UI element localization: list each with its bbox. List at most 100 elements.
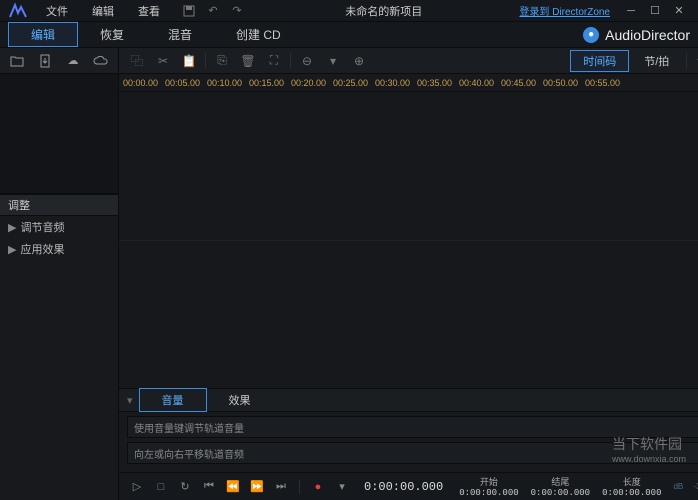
control-area: 使用音量键调节轨道音量 向左或向右平移轨道音频 12 0 dB L R [119, 412, 698, 472]
mode-restore[interactable]: 恢复 [78, 23, 146, 46]
tracks-area: dB -3 -6 -12 -18 -∞ -∞ -18 -12 -6 -3 -3 … [119, 92, 698, 388]
copy-icon[interactable]: ⿻ [125, 51, 149, 71]
time-ruler[interactable]: 00:00.00 00:05.00 00:10.00 00:15.00 00:2… [119, 74, 698, 92]
field-value: 0:00:00.000 [531, 488, 590, 498]
zoom-dropdown-icon[interactable]: ▾ [321, 51, 345, 71]
ruler-tick: 00:55.00 [585, 78, 620, 88]
close-button[interactable]: ✕ [668, 3, 690, 19]
brand-icon: ● [583, 27, 599, 43]
zoom-in-icon[interactable]: ⊕ [347, 51, 371, 71]
volume-lane[interactable]: 使用音量键调节轨道音量 [127, 416, 698, 438]
lower-tabs: ▾ 音量 效果 [119, 388, 698, 412]
ruler-tick: 00:15.00 [249, 78, 284, 88]
save-icon[interactable] [178, 1, 200, 21]
beats-tab[interactable]: 节/拍 [631, 50, 682, 72]
skip-start-button[interactable]: ⏮ [199, 477, 219, 497]
separator [205, 53, 206, 69]
pan-lane[interactable]: 向左或向右平移轨道音频 [127, 442, 698, 464]
ruler-tick: 00:25.00 [333, 78, 368, 88]
tree-adjust-audio[interactable]: ▶ 调节音频 [0, 216, 118, 238]
forward-button[interactable]: ⏩ [247, 477, 267, 497]
app-logo [8, 1, 28, 21]
field-length[interactable]: 长度 0:00:00.000 [602, 475, 661, 498]
ruler-tick: 00:20.00 [291, 78, 326, 88]
ruler-tick: 00:00.00 [123, 78, 158, 88]
titlebar: 文件 编辑 查看 ↶ ↷ 未命名的新项目 登录到 DirectorZone ─ … [0, 0, 698, 22]
maximize-button[interactable]: ☐ [644, 3, 666, 19]
zoom-out-icon[interactable]: ⊖ [295, 51, 319, 71]
brand: ● AudioDirector [583, 27, 690, 43]
ruler-tick: 00:35.00 [417, 78, 452, 88]
tree-apply-effect[interactable]: ▶ 应用效果 [0, 238, 118, 260]
grid-line [119, 240, 698, 241]
collapse-icon[interactable]: ▾ [127, 394, 133, 407]
record-dropdown-icon[interactable]: ▾ [332, 477, 352, 497]
tree-arrow-icon: ▶ [8, 243, 16, 256]
mode-mix[interactable]: 混音 [146, 23, 214, 46]
redo-icon[interactable]: ↷ [226, 1, 248, 21]
waveform-canvas[interactable] [119, 92, 698, 388]
library-area[interactable] [0, 74, 118, 194]
field-label: 开始 [480, 475, 498, 488]
skip-end-button[interactable]: ⏭ [271, 477, 291, 497]
ruler-tick: 00:10.00 [207, 78, 242, 88]
paste-icon[interactable]: 📋 [177, 51, 201, 71]
field-label: 结尾 [551, 475, 569, 488]
right-panel: ⿻ ✂ 📋 ⎘ 🗑 ⛶ ⊖ ▾ ⊕ 时间码 节/拍 〰 ▦ ◫ 00:00.00… [119, 48, 698, 500]
mode-tabs: 编辑 恢复 混音 创建 CD ● AudioDirector [0, 22, 698, 48]
field-end[interactable]: 结尾 0:00:00.000 [531, 475, 590, 498]
mode-create-cd[interactable]: 创建 CD [214, 23, 303, 46]
transport-time[interactable]: 0:00:00.000 [364, 480, 443, 494]
separator [686, 53, 687, 69]
timecode-tab[interactable]: 时间码 [570, 50, 629, 72]
menu-file[interactable]: 文件 [36, 1, 78, 21]
record-button[interactable]: ● [308, 477, 328, 497]
minimize-button[interactable]: ─ [620, 3, 642, 19]
menu-bar: 文件 编辑 查看 [36, 1, 170, 21]
cloud-icon[interactable] [92, 52, 110, 70]
tab-effects[interactable]: 效果 [207, 389, 273, 411]
separator [299, 480, 300, 494]
library-toolbar: ☁ [0, 48, 118, 74]
brand-label: AudioDirector [605, 27, 690, 43]
control-rows: 使用音量键调节轨道音量 向左或向右平移轨道音频 [127, 416, 698, 468]
insert-icon[interactable]: ⎘ [210, 51, 234, 71]
menu-edit[interactable]: 编辑 [82, 1, 124, 21]
tree-arrow-icon: ▶ [8, 221, 16, 234]
left-panel: ☁ 调整 ▶调节音频 ▶应用效果 [0, 48, 119, 500]
field-value: 0:00:00.000 [459, 488, 518, 498]
stop-button[interactable]: □ [151, 477, 171, 497]
import-file-icon[interactable] [36, 52, 54, 70]
titlebar-icons: ↶ ↷ [178, 1, 248, 21]
edit-toolbar: ⿻ ✂ 📋 ⎘ 🗑 ⛶ ⊖ ▾ ⊕ 时间码 节/拍 〰 ▦ ◫ [119, 48, 698, 74]
main: ☁ 调整 ▶调节音频 ▶应用效果 ⿻ ✂ 📋 ⎘ 🗑 ⛶ ⊖ ▾ ⊕ 时间码 节… [0, 48, 698, 500]
tree-label: 调节音频 [20, 219, 64, 235]
waveform-icon[interactable]: 〰 [691, 51, 698, 71]
undo-icon[interactable]: ↶ [202, 1, 224, 21]
crop-icon[interactable]: ⛶ [262, 51, 286, 71]
ruler-tick: 00:50.00 [543, 78, 578, 88]
tree-label: 应用效果 [20, 241, 64, 257]
separator [290, 53, 291, 69]
ruler-tick: 00:40.00 [459, 78, 494, 88]
ruler-tick: 00:05.00 [165, 78, 200, 88]
db-label: -36 [693, 482, 698, 491]
play-button[interactable]: ▷ [127, 477, 147, 497]
tab-volume[interactable]: 音量 [139, 388, 207, 412]
cut-icon[interactable]: ✂ [151, 51, 175, 71]
menu-view[interactable]: 查看 [128, 1, 170, 21]
mode-edit[interactable]: 编辑 [8, 22, 78, 47]
import-folder-icon[interactable] [8, 52, 26, 70]
ruler-tick: 00:30.00 [375, 78, 410, 88]
rewind-button[interactable]: ⏪ [223, 477, 243, 497]
download-cloud-icon[interactable]: ☁ [64, 52, 82, 70]
field-start[interactable]: 开始 0:00:00.000 [459, 475, 518, 498]
delete-icon[interactable]: 🗑 [236, 51, 260, 71]
db-label: dB [673, 482, 683, 491]
field-value: 0:00:00.000 [602, 488, 661, 498]
window-buttons: ─ ☐ ✕ [620, 3, 690, 19]
transport-bar: ▷ □ ↻ ⏮ ⏪ ⏩ ⏭ ● ▾ 0:00:00.000 开始 0:00:00… [119, 472, 698, 500]
directorzone-link[interactable]: 登录到 DirectorZone [519, 3, 610, 18]
lane-hint: 向左或向右平移轨道音频 [134, 446, 244, 461]
loop-button[interactable]: ↻ [175, 477, 195, 497]
